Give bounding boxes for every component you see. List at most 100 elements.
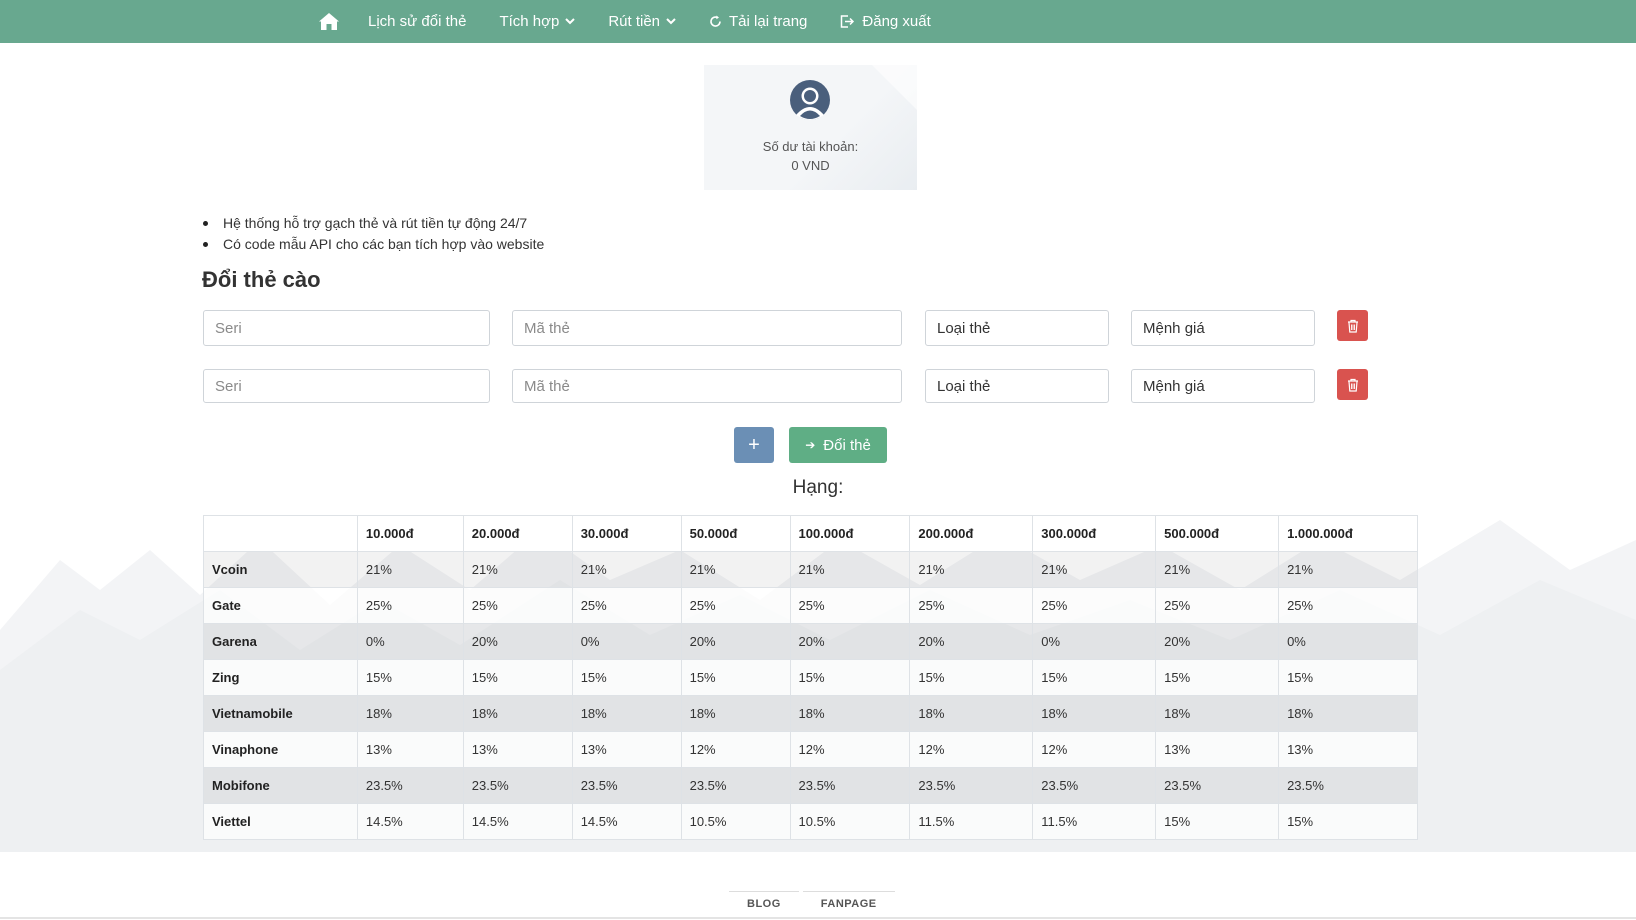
table-cell: 14.5% [356, 803, 464, 840]
row-header: Mobifone [203, 767, 358, 804]
table-cell: 20% [680, 623, 791, 660]
column-header: 200.000đ [909, 515, 1034, 552]
table-cell: 25% [356, 587, 464, 624]
card-type-select[interactable]: Loại thẻ [925, 310, 1109, 346]
nav-item-history[interactable]: Lịch sử đổi thẻ [368, 0, 466, 43]
table-row: Vietnamobile 18% 18% 18% 18% 18% 18% 18% 18% 18% [203, 695, 1418, 732]
nav-menu: Lịch sử đổi thẻ Tích hợp Rút tiền Tải lạ… [316, 0, 964, 43]
table-row: Mobifone 23.5% 23.5% 23.5% 23.5% 23.5% 23.5% 23… [203, 767, 1418, 804]
row-header: Gate [203, 587, 358, 624]
table-cell: 11.5% [1032, 803, 1157, 840]
table-cell: 23.5% [356, 767, 464, 804]
table-row: Vcoin 21% 21% 21% 21% 21% 21% 21% 21% 21% [203, 551, 1418, 588]
nav-item-withdraw[interactable]: Rút tiền [608, 0, 676, 43]
nav-item-reload[interactable]: Tải lại trang [709, 0, 807, 43]
card-amount-select[interactable]: Mệnh giá [1131, 369, 1315, 403]
table-cell: 20% [462, 623, 573, 660]
nav-item-integration-label: Tích hợp [499, 13, 560, 30]
nav-item-reload-label: Tải lại trang [729, 13, 808, 30]
table-cell: 21% [1278, 551, 1418, 588]
table-cell: 18% [789, 695, 911, 732]
rate-table: 10.000đ 20.000đ 30.000đ 50.000đ 100.000đ… [203, 515, 1418, 840]
table-cell: 21% [1155, 551, 1280, 588]
card-amount-select[interactable]: Mệnh giá [1131, 310, 1315, 346]
table-cell: 0% [1278, 623, 1418, 660]
footer-link-blog[interactable]: BLOG [729, 891, 799, 916]
table-row: Garena 0% 20% 0% 20% 20% 20% 0% 20% 0% [203, 623, 1418, 660]
table-cell: 13% [1155, 731, 1280, 768]
table-cell: 18% [909, 695, 1034, 732]
nav-item-logout[interactable]: Đăng xuất [840, 0, 931, 43]
table-cell: 0% [356, 623, 464, 660]
row-header: Vietnamobile [203, 695, 358, 732]
table-cell: 23.5% [789, 767, 911, 804]
add-row-label: + [748, 433, 760, 456]
row-header: Vcoin [203, 551, 358, 588]
table-cell: 13% [462, 731, 573, 768]
nav-item-integration[interactable]: Tích hợp [499, 0, 576, 43]
table-cell: 18% [680, 695, 791, 732]
table-cell: 12% [909, 731, 1034, 768]
table-cell: 15% [680, 659, 791, 696]
rank-title: Hạng: [792, 477, 844, 498]
add-row-button[interactable]: + [734, 427, 774, 463]
nav-item-withdraw-label: Rút tiền [608, 13, 661, 30]
section-title: Đổi thẻ cào [202, 267, 321, 292]
table-cell: 23.5% [462, 767, 573, 804]
info-item: Có code mẫu API cho các bạn tích hợp vào… [203, 234, 544, 255]
table-cell: 23.5% [909, 767, 1034, 804]
table-body: Vcoin 21% 21% 21% 21% 21% 21% 21% 21% 21% Gate 25% 2… [203, 551, 1418, 840]
trash-icon [1347, 319, 1358, 333]
table-row: Gate 25% 25% 25% 25% 25% 25% 25% 25% 25% [203, 587, 1418, 624]
table-cell: 21% [789, 551, 911, 588]
card-code-input[interactable]: Mã thẻ [512, 369, 902, 403]
table-cell: 25% [1278, 587, 1418, 624]
table-cell: 23.5% [1278, 767, 1418, 804]
table-cell: 21% [571, 551, 682, 588]
trash-icon [1347, 378, 1358, 392]
table-cell: 15% [1032, 659, 1157, 696]
table-cell: 25% [1155, 587, 1280, 624]
avatar-icon [790, 80, 830, 120]
table-cell: 25% [789, 587, 911, 624]
table-cell: 23.5% [680, 767, 791, 804]
top-navbar: Lịch sử đổi thẻ Tích hợp Rút tiền Tải lạ… [0, 0, 1636, 43]
balance-label: Số dư tài khoản: [762, 139, 859, 154]
seri-input[interactable]: Seri [203, 310, 490, 346]
table-cell: 18% [462, 695, 573, 732]
column-header: 500.000đ [1155, 515, 1280, 552]
column-header [203, 515, 358, 552]
table-cell: 18% [1032, 695, 1157, 732]
delete-row-button[interactable] [1337, 369, 1368, 400]
submit-card-button[interactable]: ➔ Đổi thẻ [789, 427, 887, 463]
card-type-select[interactable]: Loại thẻ [925, 369, 1109, 403]
delete-row-button[interactable] [1337, 310, 1368, 341]
balance-value: 0 VND [791, 158, 830, 173]
table-cell: 12% [789, 731, 911, 768]
row-header: Vinaphone [203, 731, 358, 768]
seri-input[interactable]: Seri [203, 369, 490, 403]
arrow-right-icon: ➔ [805, 438, 816, 452]
table-cell: 18% [356, 695, 464, 732]
table-cell: 25% [1032, 587, 1157, 624]
table-cell: 21% [462, 551, 573, 588]
table-cell: 25% [909, 587, 1034, 624]
nav-home-link[interactable] [316, 0, 342, 43]
card-code-input[interactable]: Mã thẻ [512, 310, 902, 346]
table-cell: 20% [909, 623, 1034, 660]
table-cell: 25% [571, 587, 682, 624]
chevron-down-icon [565, 18, 576, 25]
table-cell: 14.5% [571, 803, 682, 840]
footer-divider [0, 917, 1636, 919]
table-cell: 11.5% [909, 803, 1034, 840]
home-icon [319, 13, 339, 30]
table-cell: 10.5% [789, 803, 911, 840]
table-cell: 15% [1278, 659, 1418, 696]
balance-card: Số dư tài khoản: 0 VND [704, 65, 917, 190]
table-cell: 12% [680, 731, 791, 768]
table-cell: 23.5% [571, 767, 682, 804]
table-cell: 20% [1155, 623, 1280, 660]
table-header-row: 10.000đ 20.000đ 30.000đ 50.000đ 100.000đ… [203, 515, 1418, 552]
footer-link-fanpage[interactable]: FANPAGE [802, 891, 895, 916]
row-header: Garena [203, 623, 358, 660]
